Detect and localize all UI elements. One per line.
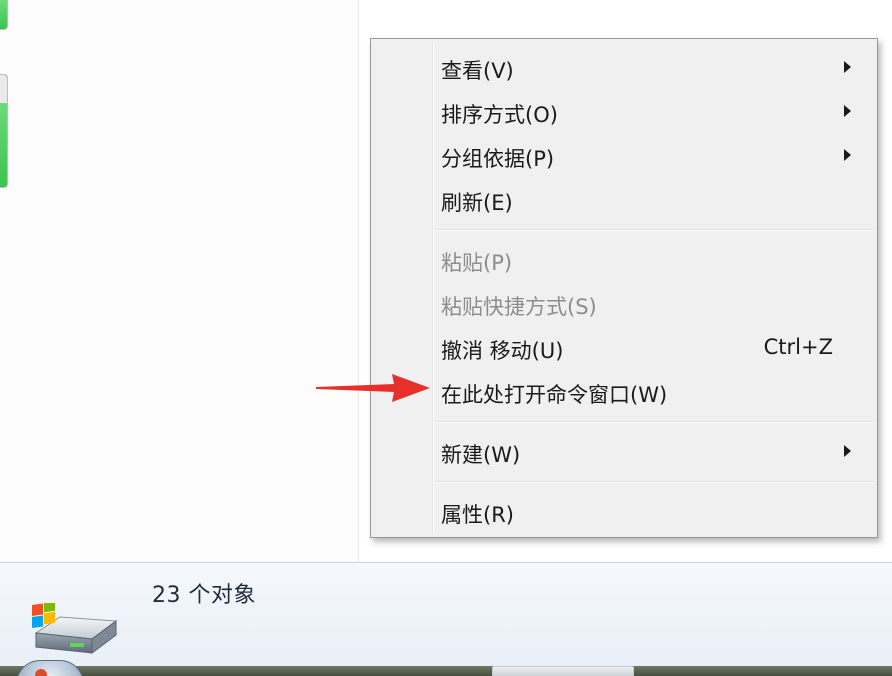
chevron-right-icon — [844, 105, 851, 117]
menu-item-sort-by[interactable]: 排序方式(O) — [374, 91, 874, 129]
menu-item-label: 查看(V) — [441, 59, 514, 83]
taskbar-button[interactable] — [492, 666, 634, 676]
menu-item-label: 新建(W) — [441, 443, 521, 467]
menu-item-label: 粘贴(P) — [441, 251, 513, 275]
menu-item-properties[interactable]: 属性(R) — [374, 491, 874, 529]
menu-separator — [435, 229, 874, 231]
item-count: 23 个对象 — [152, 583, 256, 608]
menu-separator — [435, 421, 874, 423]
menu-item-label: 排序方式(O) — [441, 103, 558, 127]
menu-item-refresh[interactable]: 刷新(E) — [374, 179, 874, 217]
chevron-right-icon — [844, 61, 851, 73]
menu-item-new[interactable]: 新建(W) — [374, 431, 874, 469]
menu-item-label: 在此处打开命令窗口(W) — [441, 383, 668, 407]
menu-item-label: 刷新(E) — [441, 191, 513, 215]
menu-item-group-by[interactable]: 分组依据(P) — [374, 135, 874, 173]
menu-separator — [435, 481, 874, 483]
taskbar — [0, 660, 892, 676]
explorer-window: 23 个对象 查看(V) 排序方式(O) 分组依据(P) 刷新(E) 粘贴(P)… — [0, 0, 892, 676]
menu-item-undo-move[interactable]: 撤消 移动(U) Ctrl+Z — [374, 327, 874, 365]
menu-item-label: 撤消 移动(U) — [441, 339, 564, 363]
hard-drive-icon — [32, 603, 118, 654]
menu-item-label: 属性(R) — [441, 503, 514, 527]
menu-item-label: 粘贴快捷方式(S) — [441, 295, 597, 319]
menu-item-open-command-window[interactable]: 在此处打开命令窗口(W) — [374, 371, 874, 409]
file-item-tile[interactable] — [0, 74, 8, 188]
menu-item-shortcut: Ctrl+Z — [763, 335, 833, 359]
menu-item-view[interactable]: 查看(V) — [374, 47, 874, 85]
chevron-right-icon — [844, 445, 851, 457]
chevron-right-icon — [844, 149, 851, 161]
file-list-pane[interactable] — [0, 0, 359, 562]
file-item-tile[interactable] — [0, 0, 8, 30]
menu-item-label: 分组依据(P) — [441, 147, 555, 171]
red-arrow-icon — [316, 374, 430, 402]
details-pane: 23 个对象 — [0, 562, 892, 667]
menu-item-paste-shortcut: 粘贴快捷方式(S) — [374, 283, 874, 321]
menu-item-paste: 粘贴(P) — [374, 239, 874, 277]
context-menu: 查看(V) 排序方式(O) 分组依据(P) 刷新(E) 粘贴(P) 粘贴快捷方式… — [370, 38, 878, 538]
